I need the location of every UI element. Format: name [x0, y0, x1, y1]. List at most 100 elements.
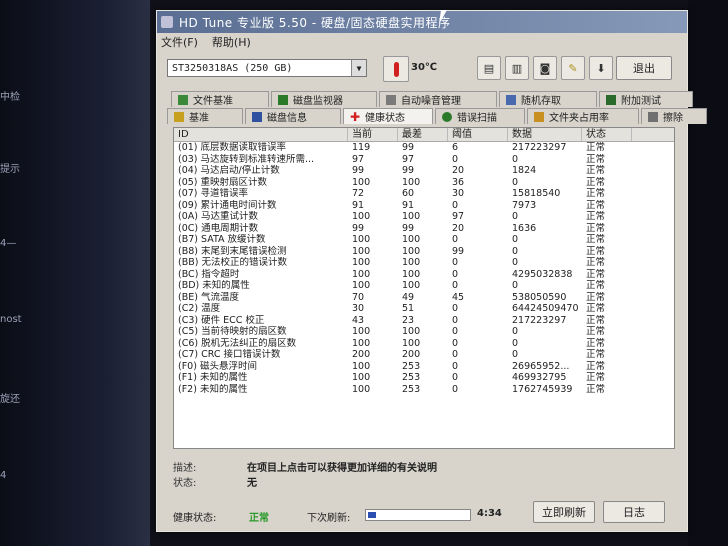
cell-threshold: 36	[452, 176, 465, 188]
table-row[interactable]: (BD) 未知的属性 100 100 0 0 正常	[174, 280, 674, 292]
tab-health[interactable]: ✚ 健康状态	[343, 108, 433, 124]
cell-data: 0	[512, 245, 519, 257]
cell-threshold: 6	[452, 142, 459, 153]
copy-info-button[interactable]: ▤	[477, 56, 501, 80]
title-bar[interactable]: HD Tune 专业版 5.50 - 硬盘/固态硬盘实用程序	[157, 11, 687, 33]
header-threshold[interactable]: 阈值	[448, 128, 508, 141]
tab-random-access[interactable]: 随机存取	[499, 91, 597, 107]
cell-status: 正常	[586, 360, 606, 372]
menu-file[interactable]: 文件(F)	[161, 34, 198, 50]
table-row[interactable]: (0C) 通电周期计数 99 99 20 1636 正常	[174, 223, 674, 235]
tab-disk-monitor[interactable]: 磁盘监视器	[271, 91, 377, 107]
table-row[interactable]: (01) 底层数据读取错误率 119 99 6 217223297 正常	[174, 142, 674, 154]
tab-benchmark[interactable]: 基准	[167, 108, 243, 124]
cell-threshold: 0	[452, 268, 459, 280]
cell-status: 正常	[586, 234, 606, 245]
cell-threshold: 0	[452, 314, 459, 326]
state-text: 无	[247, 478, 257, 489]
table-row[interactable]: (B8) 末尾到末尾错误检测 100 100 99 0 正常	[174, 246, 674, 258]
options-button[interactable]: ✎	[561, 56, 585, 80]
table-row[interactable]: (BE) 气流温度 70 49 45 538050590 正常	[174, 292, 674, 304]
tab-file-benchmark[interactable]: 文件基准	[171, 91, 269, 107]
table-row[interactable]: (B7) SATA 放缓计数 100 100 0 0 正常	[174, 234, 674, 246]
cell-data: 0	[512, 153, 519, 165]
smart-table: ID 当前 最差 阈值 数据 状态 (01) 底层数据读取错误率 119 99 6 21…	[173, 127, 675, 449]
table-row[interactable]: (F0) 磁头悬浮时间 100 253 0 26965952... 正常	[174, 361, 674, 373]
cell-worst: 49	[402, 291, 415, 303]
table-row[interactable]: (BB) 无法校正的错误计数 100 100 0 0 正常	[174, 257, 674, 269]
header-data[interactable]: 数据	[508, 128, 582, 141]
table-row[interactable]: (03) 马达旋转到标准转速所需... 97 97 0 0 正常	[174, 154, 674, 166]
cell-current: 100	[352, 280, 371, 291]
cell-data: 4295032838	[512, 268, 573, 280]
menu-help[interactable]: 帮助(H)	[212, 34, 251, 50]
cell-threshold: 0	[452, 199, 459, 211]
screenshot-button[interactable]: ◙	[533, 56, 557, 80]
cell-id: (C5) 当前待映射的扇区数	[178, 326, 287, 337]
cell-worst: 100	[402, 176, 421, 188]
cell-worst: 100	[402, 211, 421, 222]
cell-threshold: 0	[452, 349, 459, 360]
log-button[interactable]: 日志	[603, 501, 665, 523]
temperature-button[interactable]	[383, 56, 409, 82]
table-row[interactable]: (C7) CRC 接口错误计数 200 200 0 0 正常	[174, 349, 674, 361]
cell-threshold: 99	[452, 245, 465, 257]
cell-status: 正常	[586, 349, 606, 360]
tab-noise-management[interactable]: 自动噪音管理	[379, 91, 497, 107]
cell-current: 70	[352, 291, 365, 303]
cell-status: 正常	[586, 280, 606, 291]
cell-status: 正常	[586, 383, 606, 395]
chevron-down-icon[interactable]: ▼	[351, 60, 366, 76]
cell-current: 100	[352, 245, 371, 257]
header-status[interactable]: 状态	[582, 128, 632, 141]
cell-current: 100	[352, 211, 371, 222]
cell-worst: 253	[402, 372, 421, 383]
header-current[interactable]: 当前	[348, 128, 398, 141]
cell-status: 正常	[586, 199, 606, 211]
cell-data: 217223297	[512, 314, 567, 326]
cell-worst: 100	[402, 337, 421, 349]
header-id[interactable]: ID	[174, 128, 348, 141]
table-row[interactable]: (F2) 未知的属性 100 253 0 1762745939 正常	[174, 384, 674, 396]
table-row[interactable]: (04) 马达启动/停止计数 99 99 20 1824 正常	[174, 165, 674, 177]
cell-worst: 100	[402, 257, 421, 268]
table-row[interactable]: (C3) 硬件 ECC 校正 43 23 0 217223297 正常	[174, 315, 674, 327]
desktop-text: 4—	[0, 238, 17, 249]
drive-select[interactable]: ST3250318AS (250 GB) ▼	[167, 59, 367, 77]
table-row[interactable]: (0A) 马达重试计数 100 100 97 0 正常	[174, 211, 674, 223]
random-access-icon	[506, 94, 516, 105]
tabs-row-2: 基准 磁盘信息 ✚ 健康状态 错误扫描 文件夹占用率 擦除	[167, 108, 709, 124]
refresh-now-button[interactable]: 立即刷新	[533, 501, 595, 523]
tab-disk-info[interactable]: 磁盘信息	[245, 108, 341, 124]
table-row[interactable]: (09) 累计通电时间计数 91 91 0 7973 正常	[174, 200, 674, 212]
cell-id: (C2) 温度	[178, 303, 221, 314]
tab-error-scan[interactable]: 错误扫描	[435, 108, 525, 124]
tab-folder-usage[interactable]: 文件夹占用率	[527, 108, 639, 124]
cell-data: 217223297	[512, 142, 567, 153]
header-worst[interactable]: 最差	[398, 128, 448, 141]
cell-threshold: 0	[452, 383, 459, 395]
table-row[interactable]: (05) 重映射扇区计数 100 100 36 0 正常	[174, 177, 674, 189]
tab-erase[interactable]: 擦除	[641, 108, 707, 124]
table-row[interactable]: (C5) 当前待映射的扇区数 100 100 0 0 正常	[174, 326, 674, 338]
table-row[interactable]: (07) 寻道错误率 72 60 30 15818540 正常	[174, 188, 674, 200]
copy-all-button[interactable]: ▥	[505, 56, 529, 80]
table-row[interactable]: (C6) 脱机无法纠正的扇区数 100 100 0 0 正常	[174, 338, 674, 350]
cell-current: 200	[352, 349, 371, 360]
tab-extra-tests[interactable]: 附加测试	[599, 91, 693, 107]
extra-tests-icon	[606, 94, 616, 105]
table-row[interactable]: (F1) 未知的属性 100 253 0 469932795 正常	[174, 372, 674, 384]
cell-status: 正常	[586, 372, 606, 383]
tab-label: 擦除	[663, 113, 683, 124]
table-row[interactable]: (BC) 指令超时 100 100 0 4295032838 正常	[174, 269, 674, 281]
cell-threshold: 0	[452, 303, 459, 314]
save-button[interactable]: ⬇	[589, 56, 613, 80]
description-label: 描述:	[173, 463, 197, 474]
options-icon: ✎	[568, 61, 578, 75]
cell-status: 正常	[586, 268, 606, 280]
tab-label: 随机存取	[521, 96, 561, 107]
table-row[interactable]: (C2) 温度 30 51 0 64424509470 正常	[174, 303, 674, 315]
cell-status: 正常	[586, 176, 606, 188]
exit-button[interactable]: 退出	[616, 56, 672, 80]
cell-status: 正常	[586, 245, 606, 257]
